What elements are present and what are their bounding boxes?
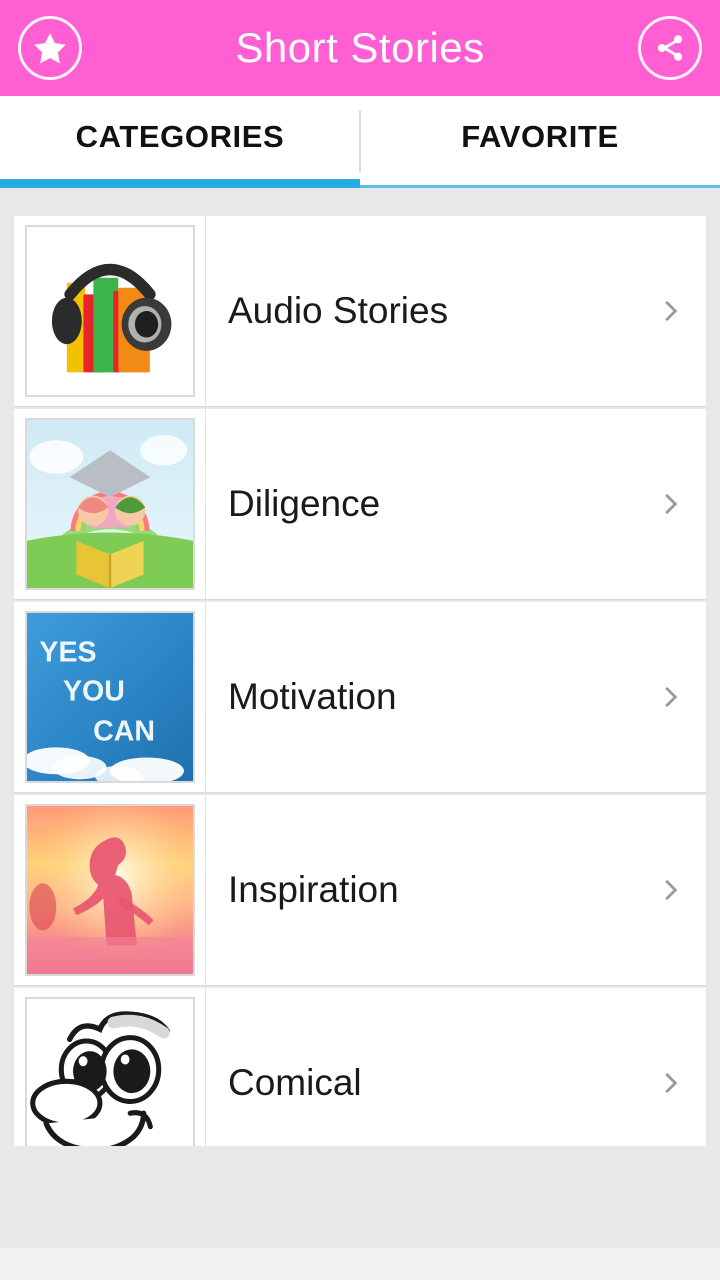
tab-favorite[interactable]: FAVORITE	[360, 96, 720, 188]
app-screen: Short Stories CATEGORIES FAVORITE Audio …	[0, 0, 720, 1280]
tab-categories-label: CATEGORIES	[75, 119, 285, 154]
tab-bar: CATEGORIES FAVORITE	[0, 96, 720, 188]
tab-categories-indicator	[0, 179, 360, 188]
chevron-right-icon[interactable]	[636, 988, 706, 1146]
children-reading-book-thumbnail	[24, 418, 195, 590]
list-item-thumbnail-wrap	[14, 988, 206, 1146]
yes-you-can-sky-thumbnail: YES YOU CAN	[24, 611, 195, 783]
list-item[interactable]: Comical	[14, 988, 706, 1146]
audiobook-headphones-thumbnail	[24, 225, 195, 397]
svg-text:YOU: YOU	[62, 675, 124, 707]
svg-text:CAN: CAN	[93, 716, 155, 748]
chevron-right-icon[interactable]	[636, 409, 706, 599]
list-item-label: Audio Stories	[228, 290, 449, 331]
star-icon	[31, 29, 69, 67]
list-item-thumbnail-wrap	[14, 795, 206, 985]
list-item-thumbnail-wrap	[14, 409, 206, 599]
app-header: Short Stories	[0, 0, 720, 96]
tab-categories[interactable]: CATEGORIES	[0, 96, 360, 188]
list-item-thumbnail-wrap	[14, 216, 206, 406]
list-item-label: Inspiration	[228, 869, 399, 910]
tab-favorite-label: FAVORITE	[461, 119, 619, 154]
list-item-label: Comical	[228, 1062, 362, 1103]
chevron-right-icon[interactable]	[636, 216, 706, 406]
woman-sunset-arms-open-thumbnail	[24, 804, 195, 976]
list-item-thumbnail-wrap: YES YOU CAN	[14, 602, 206, 792]
list-item[interactable]: Inspiration	[14, 795, 706, 985]
favorites-star-button[interactable]	[18, 16, 82, 80]
page-title: Short Stories	[235, 24, 485, 71]
svg-text:YES: YES	[39, 637, 96, 669]
bottom-strip	[0, 1248, 720, 1280]
category-list[interactable]: Audio Stories Diligence YES YOU CAN Moti…	[0, 188, 720, 1146]
list-item[interactable]: Diligence	[14, 409, 706, 599]
list-item[interactable]: Audio Stories	[14, 216, 706, 406]
cartoon-smiling-face-thumbnail	[24, 997, 195, 1146]
list-item-label: Motivation	[228, 676, 397, 717]
share-icon	[652, 30, 688, 66]
chevron-right-icon[interactable]	[636, 602, 706, 792]
chevron-right-icon[interactable]	[636, 795, 706, 985]
tab-divider	[359, 110, 361, 172]
list-item-label: Diligence	[228, 483, 381, 524]
share-button[interactable]	[638, 16, 702, 80]
list-item[interactable]: YES YOU CAN Motivation	[14, 602, 706, 792]
